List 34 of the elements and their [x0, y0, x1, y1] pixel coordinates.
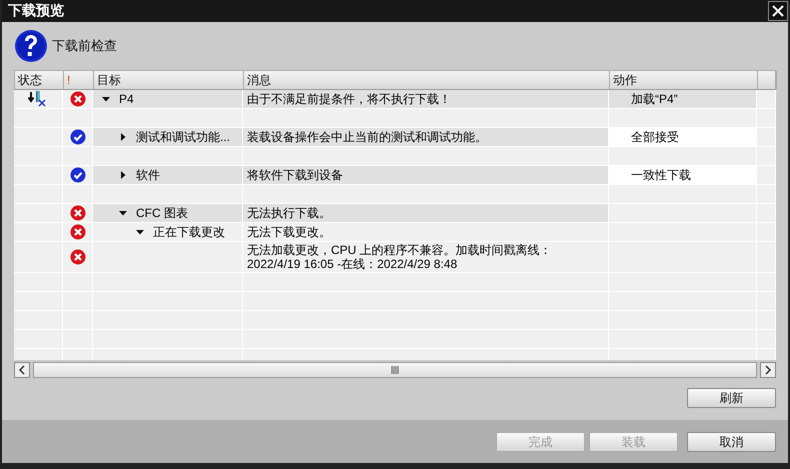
collapse-arrow-icon[interactable]	[135, 227, 145, 237]
horizontal-scrollbar[interactable]	[14, 361, 776, 379]
expand-arrow-icon[interactable]	[118, 132, 128, 142]
column-header[interactable]: !	[64, 71, 94, 89]
target-name[interactable]: 正在下载更改	[153, 224, 225, 240]
dialog-button[interactable]: 取消	[687, 432, 776, 452]
message-text: 无法加载更改，CPU 上的程序不兼容。加载时间戳离线：2022/4/19 16:05 -在线：2022/4/29 8:48	[247, 243, 553, 271]
collapse-arrow-icon[interactable]	[118, 208, 128, 218]
scroll-left-icon[interactable]	[14, 362, 30, 378]
scroll-right-icon[interactable]	[760, 362, 776, 378]
column-header[interactable]: 状态	[15, 71, 64, 89]
column-header[interactable]: 消息	[244, 71, 610, 89]
scrollbar-thumb[interactable]	[33, 362, 757, 378]
collapse-arrow-icon[interactable]	[101, 94, 111, 104]
refresh-button[interactable]: 刷新	[687, 388, 776, 408]
dialog-heading: 下载前检查	[52, 37, 117, 55]
action-dropdown[interactable]: 一致性下载	[609, 166, 756, 184]
message-text: 将软件下载到设备	[247, 168, 343, 182]
grip-icon	[391, 366, 399, 374]
target-name[interactable]: 软件	[136, 166, 160, 184]
message-text: 由于不满足前提条件，将不执行下载！	[247, 92, 451, 106]
window-title: 下载预览	[8, 2, 64, 20]
message-text: 无法执行下载。	[247, 206, 331, 220]
column-header[interactable]: 动作	[610, 71, 758, 89]
question-icon	[14, 29, 48, 63]
action-dropdown[interactable]: 全部接受	[609, 128, 756, 146]
expand-arrow-icon[interactable]	[118, 170, 128, 180]
close-button[interactable]	[768, 1, 788, 21]
close-icon	[772, 5, 784, 17]
message-text: 无法下载更改。	[247, 225, 331, 239]
target-name[interactable]: P4	[119, 92, 134, 106]
message-text: 装载设备操作会中止当前的测试和调试功能。	[247, 130, 487, 144]
column-header[interactable]: 目标	[94, 71, 244, 89]
action-text: 加载“P4”	[630, 90, 679, 108]
